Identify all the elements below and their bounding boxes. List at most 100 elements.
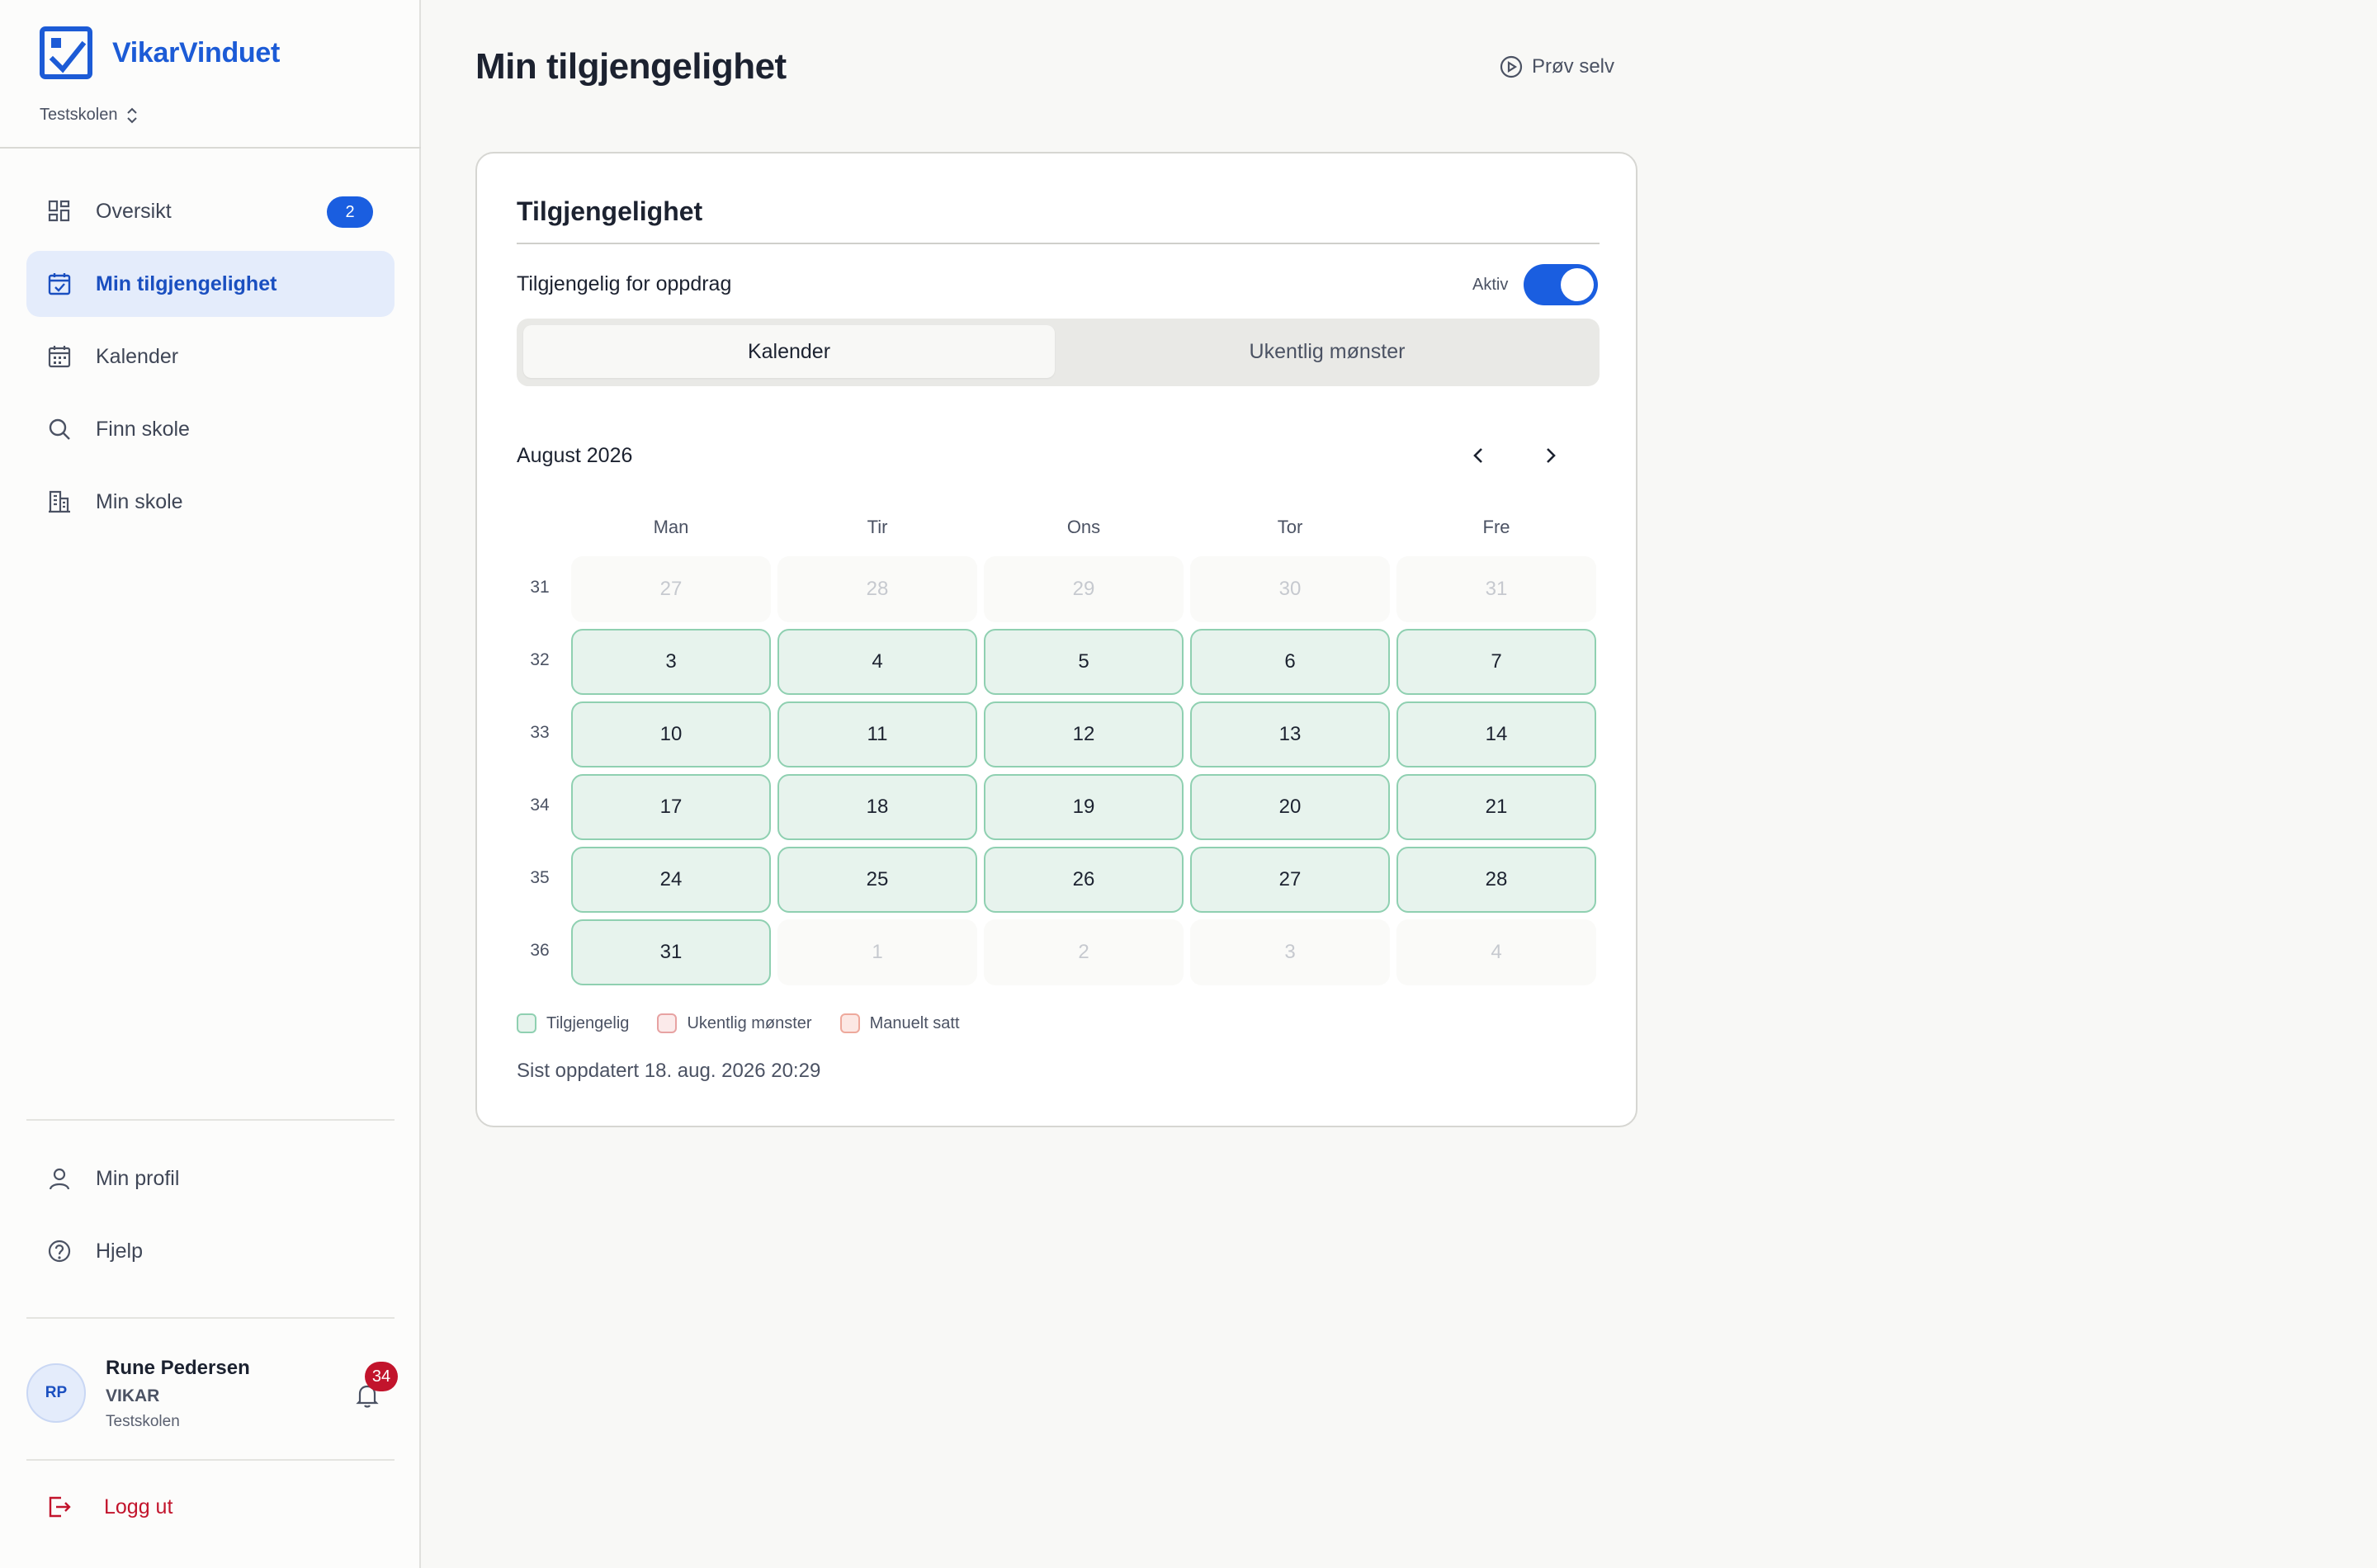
calendar-day-outside-month: 27 [571, 556, 771, 622]
calendar-day[interactable]: 4 [777, 629, 977, 695]
logout-icon [49, 1496, 71, 1518]
calendar-day-outside-month: 3 [1190, 919, 1390, 985]
sidebar-item-finn-skole[interactable]: Finn skole [26, 396, 395, 462]
sidebar: VikarVinduet Testskolen Oversikt 2 Min t… [0, 0, 421, 1568]
availability-toggle[interactable] [1524, 264, 1598, 305]
weekday-header: Man [653, 517, 689, 537]
week-number: 31 [530, 578, 550, 597]
sidebar-item-label: Min profil [96, 1166, 180, 1190]
notification-count-badge: 34 [365, 1362, 398, 1391]
sidebar-item-hjelp[interactable]: Hjelp [26, 1218, 395, 1284]
calendar-day[interactable]: 17 [571, 774, 771, 840]
calendar-day[interactable]: 19 [984, 774, 1184, 840]
sidebar-item-label: Finn skole [96, 417, 190, 441]
legend-item: Ukentlig mønster [657, 1013, 812, 1033]
sidebar-item-label: Hjelp [96, 1239, 143, 1263]
calendar-day[interactable]: 18 [777, 774, 977, 840]
chevron-left-icon [1473, 448, 1482, 463]
calendar-day-outside-month: 30 [1190, 556, 1390, 622]
calendar-day[interactable]: 12 [984, 701, 1184, 767]
user-school: Testskolen [106, 1413, 180, 1430]
building-icon [46, 489, 73, 515]
toggle-state-label: Aktiv [1472, 276, 1509, 294]
calendar-day[interactable]: 27 [1190, 847, 1390, 913]
tab-kalender[interactable]: Kalender [523, 325, 1055, 378]
avatar[interactable]: RP [26, 1363, 86, 1423]
user-card: RP Rune Pedersen VIKAR Testskolen 34 [26, 1353, 398, 1436]
availability-card: Tilgjengelighet Tilgjengelig for oppdrag… [475, 152, 1637, 1127]
calendar-day[interactable]: 3 [571, 629, 771, 695]
calendar-day-outside-month: 31 [1396, 556, 1596, 622]
app-name: VikarVinduet [112, 36, 281, 68]
weekday-header: Tor [1277, 517, 1303, 537]
next-month-button[interactable] [1535, 441, 1565, 470]
sidebar-item-min-skole[interactable]: Min skole [26, 469, 395, 535]
calendar-day[interactable]: 10 [571, 701, 771, 767]
sidebar-item-min-tilgjengelighet[interactable]: Min tilgjengelighet [26, 251, 395, 317]
calendar-day[interactable]: 13 [1190, 701, 1390, 767]
sidebar-item-label: Kalender [96, 344, 179, 368]
weekday-header: Ons [1066, 517, 1101, 537]
tab-ukentlig-monster[interactable]: Ukentlig mønster [1061, 325, 1593, 378]
legend-item: Manuelt satt [839, 1013, 960, 1033]
sidebar-item-label: Min tilgjengelighet [96, 272, 277, 295]
calendar-day[interactable]: 21 [1396, 774, 1596, 840]
calendar-day[interactable]: 31 [571, 919, 771, 985]
last-updated: Sist oppdatert 18. aug. 2026 20:29 [517, 1060, 821, 1082]
chevron-updown-icon [126, 107, 137, 123]
count-badge: 2 [327, 196, 373, 228]
calendar-day-outside-month: 4 [1396, 919, 1596, 985]
calendar-day-outside-month: 1 [777, 919, 977, 985]
calendar-day[interactable]: 24 [571, 847, 771, 913]
weekday-header: Tir [867, 517, 888, 537]
calendar-day-outside-month: 29 [984, 556, 1184, 622]
try-yourself-label: Prøv selv [1532, 55, 1615, 78]
calendar-day[interactable]: 26 [984, 847, 1184, 913]
toggle-knob [1561, 268, 1594, 301]
calendar-day-outside-month: 2 [984, 919, 1184, 985]
previous-month-button[interactable] [1464, 441, 1494, 470]
sidebar-item-oversikt[interactable]: Oversikt 2 [26, 178, 395, 244]
main-nav: Oversikt 2 Min tilgjengelighet Kalender … [26, 178, 395, 541]
app-logo[interactable]: VikarVinduet [40, 26, 280, 79]
school-switcher-label: Testskolen [40, 106, 118, 124]
calendar-day[interactable]: 11 [777, 701, 977, 767]
sidebar-divider [26, 1459, 395, 1461]
legend-swatch-available [517, 1013, 536, 1033]
play-circle-icon [1500, 55, 1523, 78]
calendar-day[interactable]: 20 [1190, 774, 1390, 840]
legend-swatch-manual [839, 1013, 860, 1033]
calendar-day[interactable]: 6 [1190, 629, 1390, 695]
school-switcher[interactable]: Testskolen [40, 106, 139, 125]
sidebar-item-kalender[interactable]: Kalender [26, 324, 395, 390]
user-icon [46, 1165, 73, 1192]
calendar-day[interactable]: 5 [984, 629, 1184, 695]
logout-button[interactable]: Logg ut [46, 1494, 172, 1520]
page-title: Min tilgjengelighet [475, 46, 787, 87]
user-name: Rune Pedersen [106, 1357, 250, 1379]
week-number: 32 [530, 650, 550, 669]
calendar-day-outside-month: 28 [777, 556, 977, 622]
week-number: 35 [530, 868, 550, 887]
week-number: 34 [530, 796, 550, 815]
month-label: August 2026 [517, 444, 633, 467]
week-number: 33 [530, 723, 550, 742]
calendar-day[interactable]: 14 [1396, 701, 1596, 767]
logo-icon [40, 26, 92, 79]
legend-swatch-weekly [657, 1013, 678, 1033]
weekday-header: Fre [1482, 517, 1510, 537]
help-icon [46, 1238, 73, 1264]
card-divider [517, 243, 1600, 244]
legend-label: Manuelt satt [869, 1013, 960, 1032]
chevron-right-icon [1547, 448, 1556, 463]
legend-label: Ukentlig mønster [687, 1013, 812, 1032]
sidebar-item-label: Min skole [96, 489, 183, 513]
try-yourself-button[interactable]: Prøv selv [1499, 54, 1614, 79]
calendar-day[interactable]: 25 [777, 847, 977, 913]
dashboard-icon [46, 198, 73, 224]
view-switcher: Kalender Ukentlig mønster [517, 319, 1600, 386]
week-number: 36 [530, 941, 550, 960]
calendar-day[interactable]: 7 [1396, 629, 1596, 695]
calendar-day[interactable]: 28 [1396, 847, 1596, 913]
sidebar-item-min-profil[interactable]: Min profil [26, 1145, 395, 1211]
